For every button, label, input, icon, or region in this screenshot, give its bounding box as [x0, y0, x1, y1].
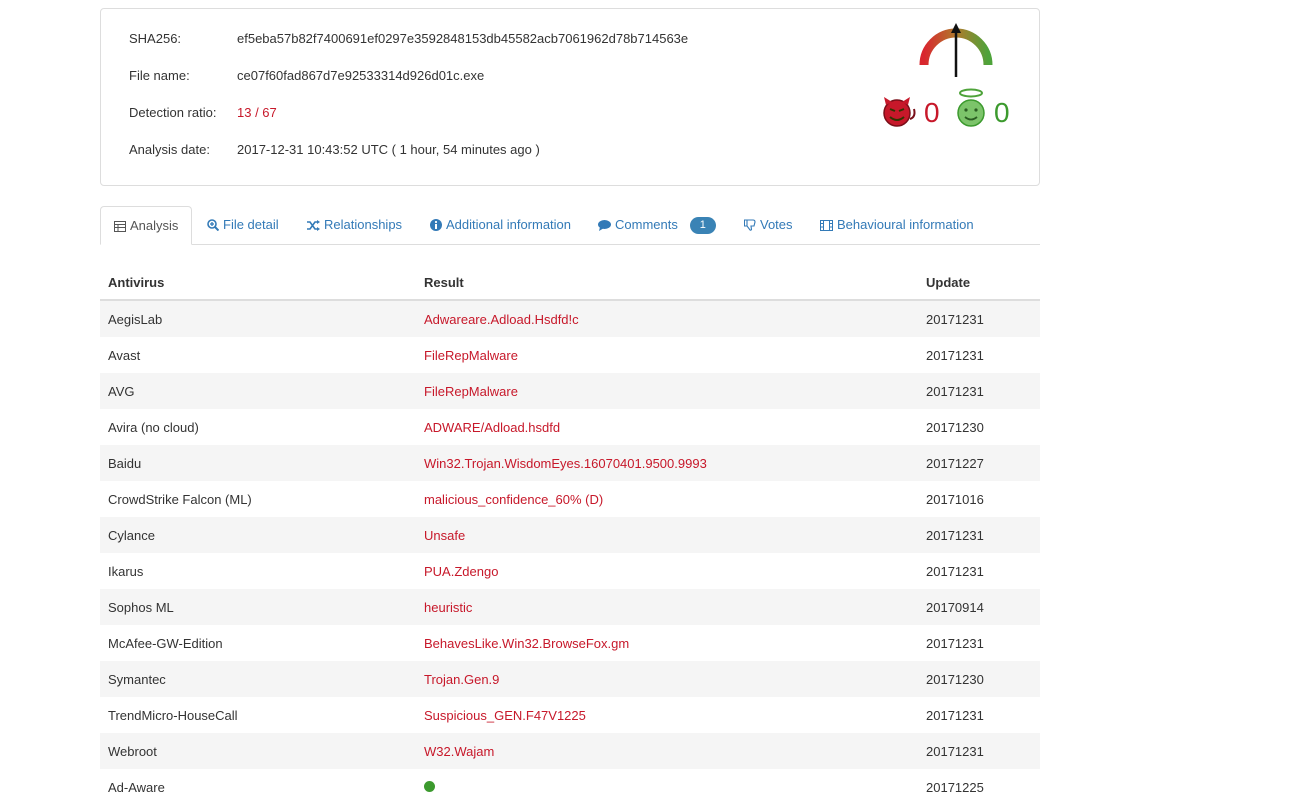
detection-result: W32.Wajam	[416, 733, 918, 769]
update-date: 20171230	[918, 661, 1040, 697]
detection-result-clean	[416, 769, 918, 805]
table-row: Webroot W32.Wajam 20171231	[100, 733, 1040, 769]
table-icon	[114, 209, 126, 247]
tab-relationships[interactable]: Relationships	[307, 206, 402, 243]
update-date: 20171231	[926, 347, 984, 363]
antivirus-name: Symantec	[100, 661, 416, 697]
tab-additional-information[interactable]: Additional information	[430, 206, 571, 243]
detection-ratio-label: Detection ratio:	[129, 105, 217, 120]
info-circle-icon	[430, 208, 442, 246]
file-summary-panel: SHA256: ef5eba57b82f7400691ef0297e359284…	[100, 8, 1040, 186]
header-result[interactable]: Result	[416, 266, 918, 301]
table-row: AVG FileRepMalware 20171231	[100, 373, 1040, 409]
antivirus-name: AVG	[100, 373, 416, 409]
antivirus-name: AegisLab	[100, 300, 416, 337]
detection-result: Suspicious_GEN.F47V1225	[424, 707, 586, 723]
tab-behavioural-information[interactable]: Behavioural information	[820, 206, 974, 243]
update-date: 20171231	[918, 300, 1040, 337]
harmless-votes-count: 0	[994, 97, 1010, 128]
update-date: 20170914	[918, 589, 1040, 625]
update-date: 20171230	[926, 419, 984, 435]
detection-result: Trojan.Gen.9	[416, 661, 918, 697]
table-row: CrowdStrike Falcon (ML) malicious_confid…	[100, 481, 1040, 517]
tab-analysis-label: Analysis	[130, 218, 179, 233]
antivirus-results-table: Antivirus Result Update AegisLab Adwarea…	[100, 266, 1040, 805]
analysis-date-label: Analysis date:	[129, 142, 210, 157]
antivirus-name: TrendMicro-HouseCall	[108, 707, 238, 723]
thumbs-down-icon	[744, 208, 756, 246]
sha256-value: ef5eba57b82f7400691ef0297e3592848153db45…	[237, 31, 689, 46]
detection-result: FileRepMalware	[416, 373, 918, 409]
detection-result: Unsafe	[416, 517, 918, 553]
update-date: 20171016	[926, 491, 984, 507]
table-row: Ad-Aware 20171225	[100, 769, 1040, 805]
tab-relationships-label: Relationships	[324, 217, 403, 232]
tab-file-detail[interactable]: File detail	[207, 206, 279, 243]
report-tabs: Analysis File detail Relationships Addit…	[100, 206, 1040, 245]
table-row: Symantec Trojan.Gen.9 20171230	[100, 661, 1040, 697]
detection-result: Win32.Trojan.WisdomEyes.16070401.9500.99…	[416, 445, 918, 481]
tab-analysis[interactable]: Analysis	[100, 206, 193, 247]
tab-votes[interactable]: Votes	[744, 206, 793, 243]
random-icon	[307, 208, 320, 246]
angel-icon	[957, 88, 985, 127]
table-row: Ikarus PUA.Zdengo 20171231	[100, 553, 1040, 589]
malicious-votes-count: 0	[924, 97, 940, 128]
detection-result: PUA.Zdengo	[424, 563, 499, 579]
table-row: Avast FileRepMalware 20171231	[100, 337, 1040, 373]
update-date: 20171231	[918, 373, 1040, 409]
table-row: Sophos ML heuristic 20170914	[100, 589, 1040, 625]
tab-behavioural-information-label: Behavioural information	[837, 217, 974, 232]
table-row: McAfee-GW-Edition BehavesLike.Win32.Brow…	[100, 625, 1040, 661]
update-date: 20171231	[926, 707, 984, 723]
tab-comments-label: Comments	[615, 217, 678, 232]
tab-file-detail-label: File detail	[223, 217, 279, 232]
antivirus-name: Cylance	[100, 517, 416, 553]
antivirus-name: Webroot	[100, 733, 416, 769]
update-date: 20171231	[918, 733, 1040, 769]
detection-ratio-value: 13 / 67	[237, 105, 277, 120]
detection-result: BehavesLike.Win32.BrowseFox.gm	[424, 635, 630, 651]
tab-additional-information-label: Additional information	[446, 217, 572, 232]
antivirus-name: Avast	[108, 347, 141, 363]
comment-icon	[598, 208, 611, 246]
update-date: 20171231	[926, 635, 984, 651]
antivirus-name: Avira (no cloud)	[108, 419, 199, 435]
antivirus-name: Sophos ML	[100, 589, 416, 625]
antivirus-name: Ikarus	[108, 563, 144, 579]
header-antivirus[interactable]: Antivirus	[100, 266, 416, 301]
filename-label: File name:	[129, 68, 190, 83]
detection-result: malicious_confidence_60% (D)	[424, 491, 604, 507]
antivirus-name: Ad-Aware	[108, 779, 165, 795]
film-icon	[820, 208, 833, 246]
antivirus-name: Baidu	[100, 445, 416, 481]
table-header-row: Antivirus Result Update	[100, 266, 1040, 301]
tab-votes-label: Votes	[760, 217, 793, 232]
table-row: TrendMicro-HouseCall Suspicious_GEN.F47V…	[100, 697, 1040, 733]
table-row: AegisLab Adwareare.Adload.Hsdfd!c 201712…	[100, 300, 1040, 337]
antivirus-name: CrowdStrike Falcon (ML)	[108, 491, 252, 507]
update-date: 20171227	[918, 445, 1040, 481]
table-row: Avira (no cloud) ADWARE/Adload.hsdfd 201…	[100, 409, 1040, 445]
detection-result: FileRepMalware	[424, 347, 518, 363]
header-update[interactable]: Update	[918, 266, 1040, 301]
table-row: Cylance Unsafe 20171231	[100, 517, 1040, 553]
check-circle-icon	[424, 780, 435, 792]
update-date: 20171225	[926, 779, 984, 795]
update-date: 20171231	[918, 517, 1040, 553]
update-date: 20171231	[926, 563, 984, 579]
sha256-label: SHA256:	[129, 31, 182, 46]
table-row: Baidu Win32.Trojan.WisdomEyes.16070401.9…	[100, 445, 1040, 481]
detection-result: heuristic	[416, 589, 918, 625]
antivirus-name: McAfee-GW-Edition	[108, 635, 223, 651]
detection-result: Adwareare.Adload.Hsdfd!c	[416, 300, 918, 337]
tab-comments[interactable]: Comments 1	[598, 206, 716, 243]
search-plus-icon	[207, 208, 220, 246]
comments-count-badge: 1	[689, 217, 716, 234]
devil-icon	[883, 97, 916, 127]
community-score-gauge: 0 0	[876, 21, 1036, 128]
filename-value: ce07f60fad867d7e92533314d926d01c.exe	[237, 68, 485, 83]
detection-result: ADWARE/Adload.hsdfd	[424, 419, 561, 435]
analysis-date-value: 2017-12-31 10:43:52 UTC ( 1 hour, 54 min…	[237, 142, 540, 157]
